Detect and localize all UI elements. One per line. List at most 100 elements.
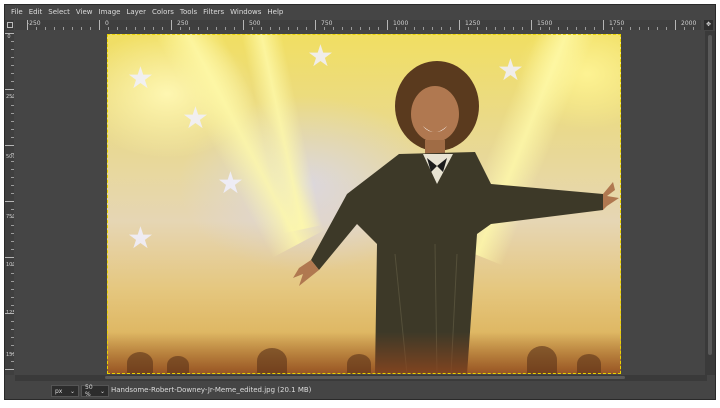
ruler-tick (234, 27, 235, 30)
ruler-tick (603, 20, 604, 30)
ruler-tick (11, 41, 14, 42)
ruler-tick (11, 233, 14, 234)
ruler-row: -250 0 250 500 750 1000 1250 1500 1750 2… (5, 20, 715, 30)
ruler-tick (45, 27, 46, 30)
image-canvas[interactable]: ★ ★ ★ ★ ★ ★ (107, 34, 621, 374)
file-info: Handsome-Robert-Downey-Jr-Meme_edited.jp… (111, 386, 312, 394)
ruler-tick (630, 27, 631, 30)
ruler-tick (378, 27, 379, 30)
ruler-tick (11, 97, 14, 98)
ruler-tick (225, 27, 226, 30)
navigate-icon[interactable]: ✥ (704, 20, 713, 30)
v-ruler-label: 0 (7, 34, 11, 40)
zoom-select[interactable]: 50 % ⌄ (81, 384, 109, 398)
ruler-tick (549, 27, 550, 30)
ruler-tick (162, 27, 163, 30)
v-ruler-label: 500 (6, 154, 14, 160)
crowd-silhouette (107, 332, 621, 374)
menu-file[interactable]: File (8, 5, 26, 19)
ruler-tick (360, 27, 361, 30)
ruler-tick (90, 27, 91, 30)
ruler-tick (315, 20, 316, 30)
ruler-tick (441, 27, 442, 30)
h-ruler-label: 1500 (537, 20, 553, 27)
crowd-head (167, 356, 189, 374)
ruler-tick (11, 361, 14, 362)
ruler-tick (684, 27, 685, 30)
menu-image[interactable]: Image (96, 5, 124, 19)
ruler-tick (11, 73, 14, 74)
ruler-tick (459, 20, 460, 30)
ruler-tick (414, 27, 415, 30)
crowd-head (347, 354, 371, 374)
scroll-thumb[interactable] (105, 376, 625, 379)
h-ruler-label: 0 (105, 20, 109, 27)
ruler-tick (5, 201, 14, 202)
ruler-tick (351, 27, 352, 30)
ruler-tick (513, 27, 514, 30)
ruler-tick (135, 27, 136, 30)
unit-value: px (55, 387, 63, 395)
ruler-tick (288, 27, 289, 30)
h-ruler-label: 750 (321, 20, 333, 27)
ruler-tick (11, 81, 14, 82)
ruler-tick (153, 27, 154, 30)
ruler-tick (216, 27, 217, 30)
ruler-tick (486, 27, 487, 30)
menu-colors[interactable]: Colors (149, 5, 177, 19)
menu-edit[interactable]: Edit (26, 5, 46, 19)
ruler-tick (11, 265, 14, 266)
ruler-tick (189, 27, 190, 30)
quick-mask-toggle[interactable] (5, 20, 14, 30)
ruler-tick (432, 27, 433, 30)
ruler-tick (11, 161, 14, 162)
ruler-tick (468, 27, 469, 30)
ruler-tick (5, 369, 14, 370)
ruler-tick (11, 289, 14, 290)
menu-help[interactable]: Help (264, 5, 286, 19)
ruler-tick (11, 345, 14, 346)
ruler-tick (666, 27, 667, 30)
ruler-tick (621, 27, 622, 30)
menu-view[interactable]: View (73, 5, 96, 19)
canvas-area[interactable]: ★ ★ ★ ★ ★ ★ (15, 31, 707, 375)
chevron-down-icon: ⌄ (99, 387, 105, 395)
ruler-tick (126, 27, 127, 30)
ruler-tick (27, 20, 28, 30)
menu-windows[interactable]: Windows (227, 5, 264, 19)
menu-layer[interactable]: Layer (123, 5, 149, 19)
ruler-tick (270, 27, 271, 30)
horizontal-ruler[interactable]: -250 0 250 500 750 1000 1250 1500 1750 2… (15, 20, 701, 30)
ruler-tick (11, 49, 14, 50)
ruler-tick (11, 105, 14, 106)
ruler-tick (333, 27, 334, 30)
vertical-scrollbar[interactable] (705, 31, 715, 375)
ruler-tick (11, 305, 14, 306)
ruler-tick (180, 27, 181, 30)
ruler-tick (675, 20, 676, 30)
ruler-tick (477, 27, 478, 30)
crowd-head (527, 346, 557, 374)
ruler-tick (297, 27, 298, 30)
ruler-tick (648, 27, 649, 30)
ruler-tick (576, 27, 577, 30)
ruler-tick (693, 27, 694, 30)
ruler-tick (171, 20, 172, 30)
ruler-tick (198, 27, 199, 30)
ruler-tick (11, 329, 14, 330)
chevron-down-icon: ⌄ (69, 387, 75, 395)
menu-tools[interactable]: Tools (177, 5, 200, 19)
vertical-ruler[interactable]: 0 250 500 750 1000 1250 1500 (5, 31, 14, 375)
ruler-tick (639, 27, 640, 30)
unit-select[interactable]: px ⌄ (51, 385, 79, 397)
crowd-head (577, 354, 601, 374)
menu-filters[interactable]: Filters (200, 5, 227, 19)
ruler-tick (117, 27, 118, 30)
ruler-tick (108, 27, 109, 30)
menu-select[interactable]: Select (45, 5, 73, 19)
h-ruler-label: 250 (177, 20, 189, 27)
ruler-tick (11, 273, 14, 274)
ruler-tick (558, 27, 559, 30)
scroll-thumb[interactable] (708, 35, 712, 355)
ruler-tick (306, 27, 307, 30)
